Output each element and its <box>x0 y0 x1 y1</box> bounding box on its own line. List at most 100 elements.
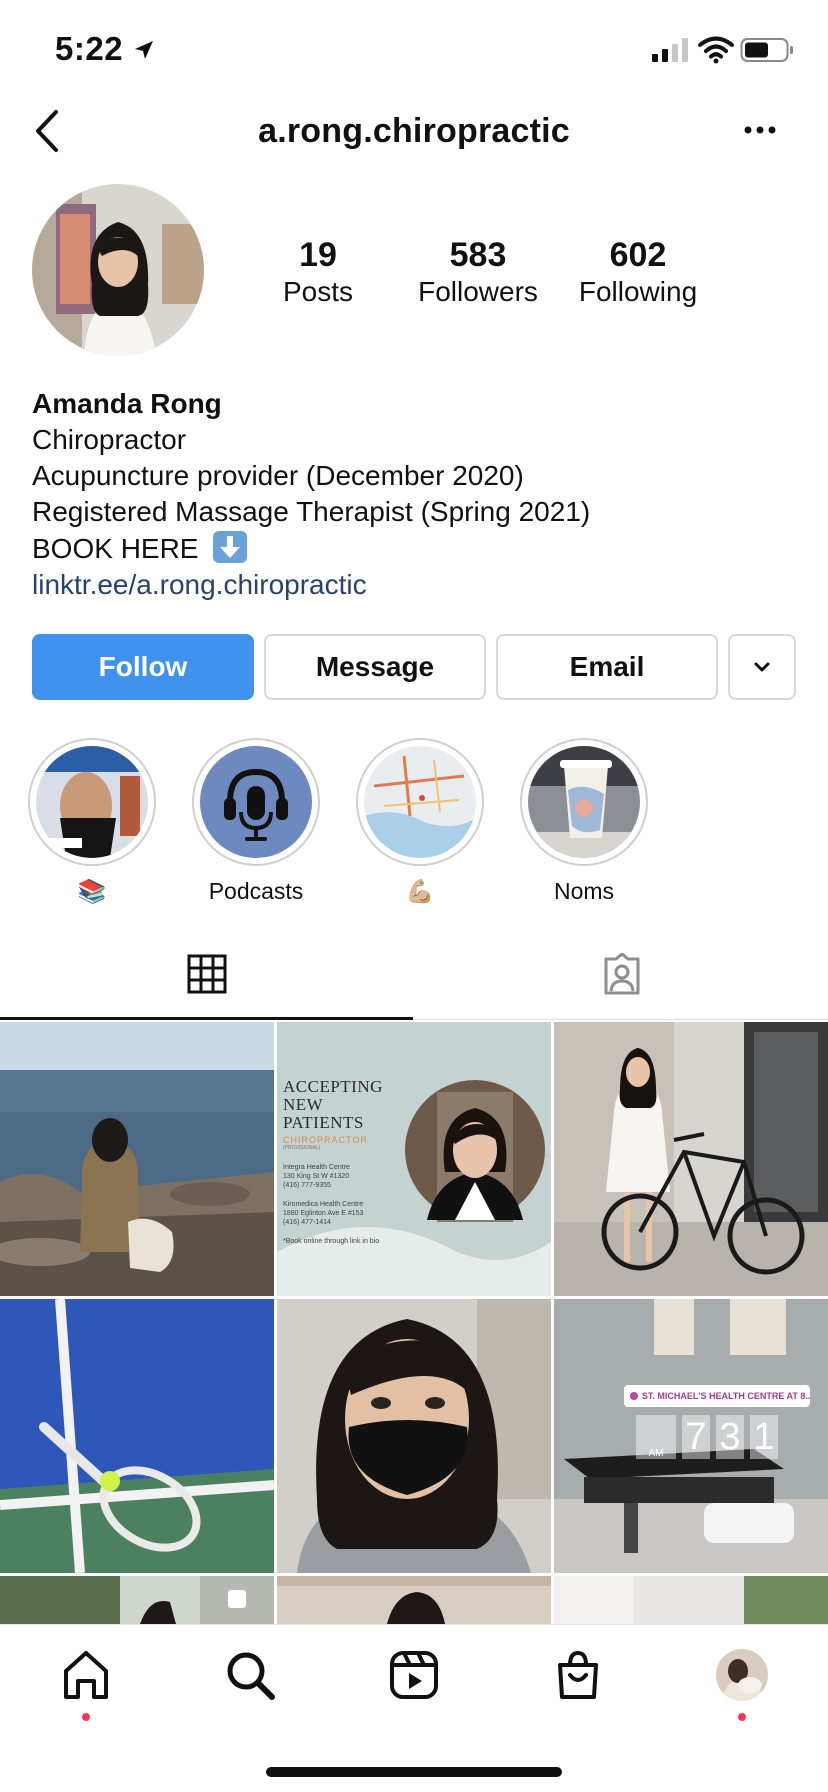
wifi-icon <box>698 36 734 64</box>
stat-following-label: Following <box>578 276 698 307</box>
post-thumbnail[interactable] <box>277 1576 551 1624</box>
profile-tab-avatar-image <box>716 1649 768 1701</box>
post-graphic-loc1-phone: (416) 777-9355 <box>283 1182 331 1189</box>
podcast-microphone-icon <box>200 746 312 858</box>
post-thumbnail[interactable]: ST. MICHAEL'S HEALTH CENTRE AT 8... AM 7… <box>554 1299 828 1573</box>
coffee-cup-thumbnail <box>528 746 640 858</box>
tab-posts-grid[interactable] <box>0 930 413 1020</box>
post-graphic-loc2-name: Kiromedica Health Centre <box>283 1201 364 1208</box>
profile-avatar[interactable] <box>32 184 204 356</box>
post-thumbnail[interactable] <box>277 1299 551 1573</box>
post-image-lake <box>0 1022 274 1296</box>
bottom-navigation <box>0 1624 828 1792</box>
highlight-ring <box>28 738 156 866</box>
search-icon[interactable] <box>222 1647 278 1703</box>
highlight-caption: 📚 <box>77 878 107 904</box>
highlight-caption: 💪🏼 <box>405 878 435 904</box>
time-sticker-ampm: AM <box>636 1415 676 1459</box>
highlight-caption: Podcasts <box>208 878 304 904</box>
highlight-caption: Noms <box>553 878 615 904</box>
profile-notification-dot <box>738 1713 746 1721</box>
highlight-ring <box>192 738 320 866</box>
highlight-books[interactable]: 📚 <box>28 738 156 906</box>
highlight-noms[interactable]: Noms <box>520 738 648 906</box>
post-image-trees <box>0 1576 274 1624</box>
post-thumbnail[interactable] <box>554 1022 828 1296</box>
post-thumbnail[interactable] <box>0 1299 274 1573</box>
stat-following[interactable]: 602 Following <box>558 236 718 310</box>
location-sticker: ST. MICHAEL'S HEALTH CENTRE AT 8... <box>624 1385 810 1407</box>
profile-username: a.rong.chiropractic <box>258 112 570 150</box>
stat-followers-count: 583 <box>449 236 507 274</box>
location-pin-icon <box>630 1392 638 1400</box>
battery-icon <box>740 38 793 62</box>
map-thumbnail <box>364 746 476 858</box>
bio-line-1: Chiropractor <box>32 424 187 455</box>
post-graphic-heading-2: NEW <box>283 1095 324 1114</box>
tagged-person-icon <box>604 953 639 995</box>
profile-stats: 19 Posts 583 Followers 602 Following <box>250 236 730 316</box>
highlight-podcasts[interactable]: Podcasts <box>192 738 320 906</box>
profile-tab-avatar[interactable] <box>716 1649 768 1701</box>
home-notification-dot <box>82 1713 90 1721</box>
suggested-accounts-button[interactable] <box>728 634 796 700</box>
post-graphic-loc1-addr: 130 King St W #1320 <box>283 1173 350 1180</box>
stat-posts[interactable]: 19 Posts <box>238 236 398 310</box>
shop-bag-icon[interactable] <box>550 1647 606 1703</box>
post-graphic-heading-3: PATIENTS <box>283 1113 364 1132</box>
location-sticker-text: ST. MICHAEL'S HEALTH CENTRE AT 8... <box>641 1391 810 1401</box>
location-arrow-icon <box>135 41 153 59</box>
post-graphic-loc2-phone: (416) 477-1414 <box>283 1219 331 1226</box>
follow-button[interactable]: Follow <box>32 634 254 700</box>
time-sticker-digit-1: 7 <box>682 1415 710 1459</box>
post-image-bicycle <box>554 1022 828 1296</box>
more-options-icon[interactable] <box>740 118 780 142</box>
status-time: 5:22 <box>55 30 124 67</box>
profile-tabs <box>0 930 828 1020</box>
highlight-cover <box>528 746 640 858</box>
post-image-selfie <box>277 1299 551 1573</box>
post-thumbnail[interactable] <box>0 1022 274 1296</box>
bio-book-text: BOOK HERE <box>32 533 199 564</box>
cellular-signal-icon <box>652 38 688 62</box>
highlight-fitness[interactable]: 💪🏼 <box>356 738 484 906</box>
post-graphic-loc1-name: Integra Health Centre <box>283 1164 350 1171</box>
bio-line-2: Acupuncture provider (December 2020) <box>32 460 524 491</box>
highlight-cover <box>364 746 476 858</box>
post-image-portrait <box>277 1576 551 1624</box>
post-graphic-note: *Book online through link in bio <box>283 1238 380 1245</box>
bio-line-3: Registered Massage Therapist (Spring 202… <box>32 496 591 527</box>
post-thumbnail-accepting-patients[interactable]: ACCEPTING NEW PATIENTS CHIROPRACTOR (PRO… <box>277 1022 551 1296</box>
stat-posts-count: 19 <box>299 236 337 274</box>
stat-followers-label: Followers <box>418 276 538 307</box>
post-thumbnail[interactable] <box>554 1576 828 1624</box>
profile-bio: Amanda Rong Chiropractor Acupuncture pro… <box>32 386 792 603</box>
post-thumbnail[interactable] <box>0 1576 274 1624</box>
stat-followers[interactable]: 583 Followers <box>398 236 558 310</box>
highlight-ring <box>520 738 648 866</box>
post-graphic-role: CHIROPRACTOR <box>283 1135 368 1145</box>
stat-following-count: 602 <box>609 236 667 274</box>
post-graphic-text: ACCEPTING NEW PATIENTS CHIROPRACTOR (PRO… <box>283 1078 423 1246</box>
bio-book-line: BOOK HERE <box>32 530 792 567</box>
down-arrow-emoji-icon <box>213 531 248 563</box>
bio-link[interactable]: linktr.ee/a.rong.chiropractic <box>32 567 792 603</box>
highlight-ring <box>356 738 484 866</box>
home-icon[interactable] <box>58 1647 114 1703</box>
tab-tagged[interactable] <box>415 930 828 1020</box>
highlight-cover <box>36 746 148 858</box>
time-sticker: AM 7 3 1 <box>636 1415 778 1459</box>
stat-posts-label: Posts <box>282 276 354 307</box>
avatar-photo <box>32 184 204 356</box>
message-button[interactable]: Message <box>264 634 486 700</box>
reels-icon[interactable] <box>386 1647 442 1703</box>
status-bar: 5:22 <box>0 0 828 96</box>
chevron-down-icon <box>754 662 770 672</box>
post-image-tennis <box>0 1299 274 1573</box>
post-graphic-loc2-addr: 1880 Eglinton Ave E #153 <box>283 1210 364 1217</box>
grid-icon <box>187 954 226 993</box>
home-indicator <box>266 1767 562 1777</box>
email-button[interactable]: Email <box>496 634 718 700</box>
post-graphic-heading-1: ACCEPTING <box>283 1077 383 1096</box>
profile-header: a.rong.chiropractic <box>0 96 828 166</box>
